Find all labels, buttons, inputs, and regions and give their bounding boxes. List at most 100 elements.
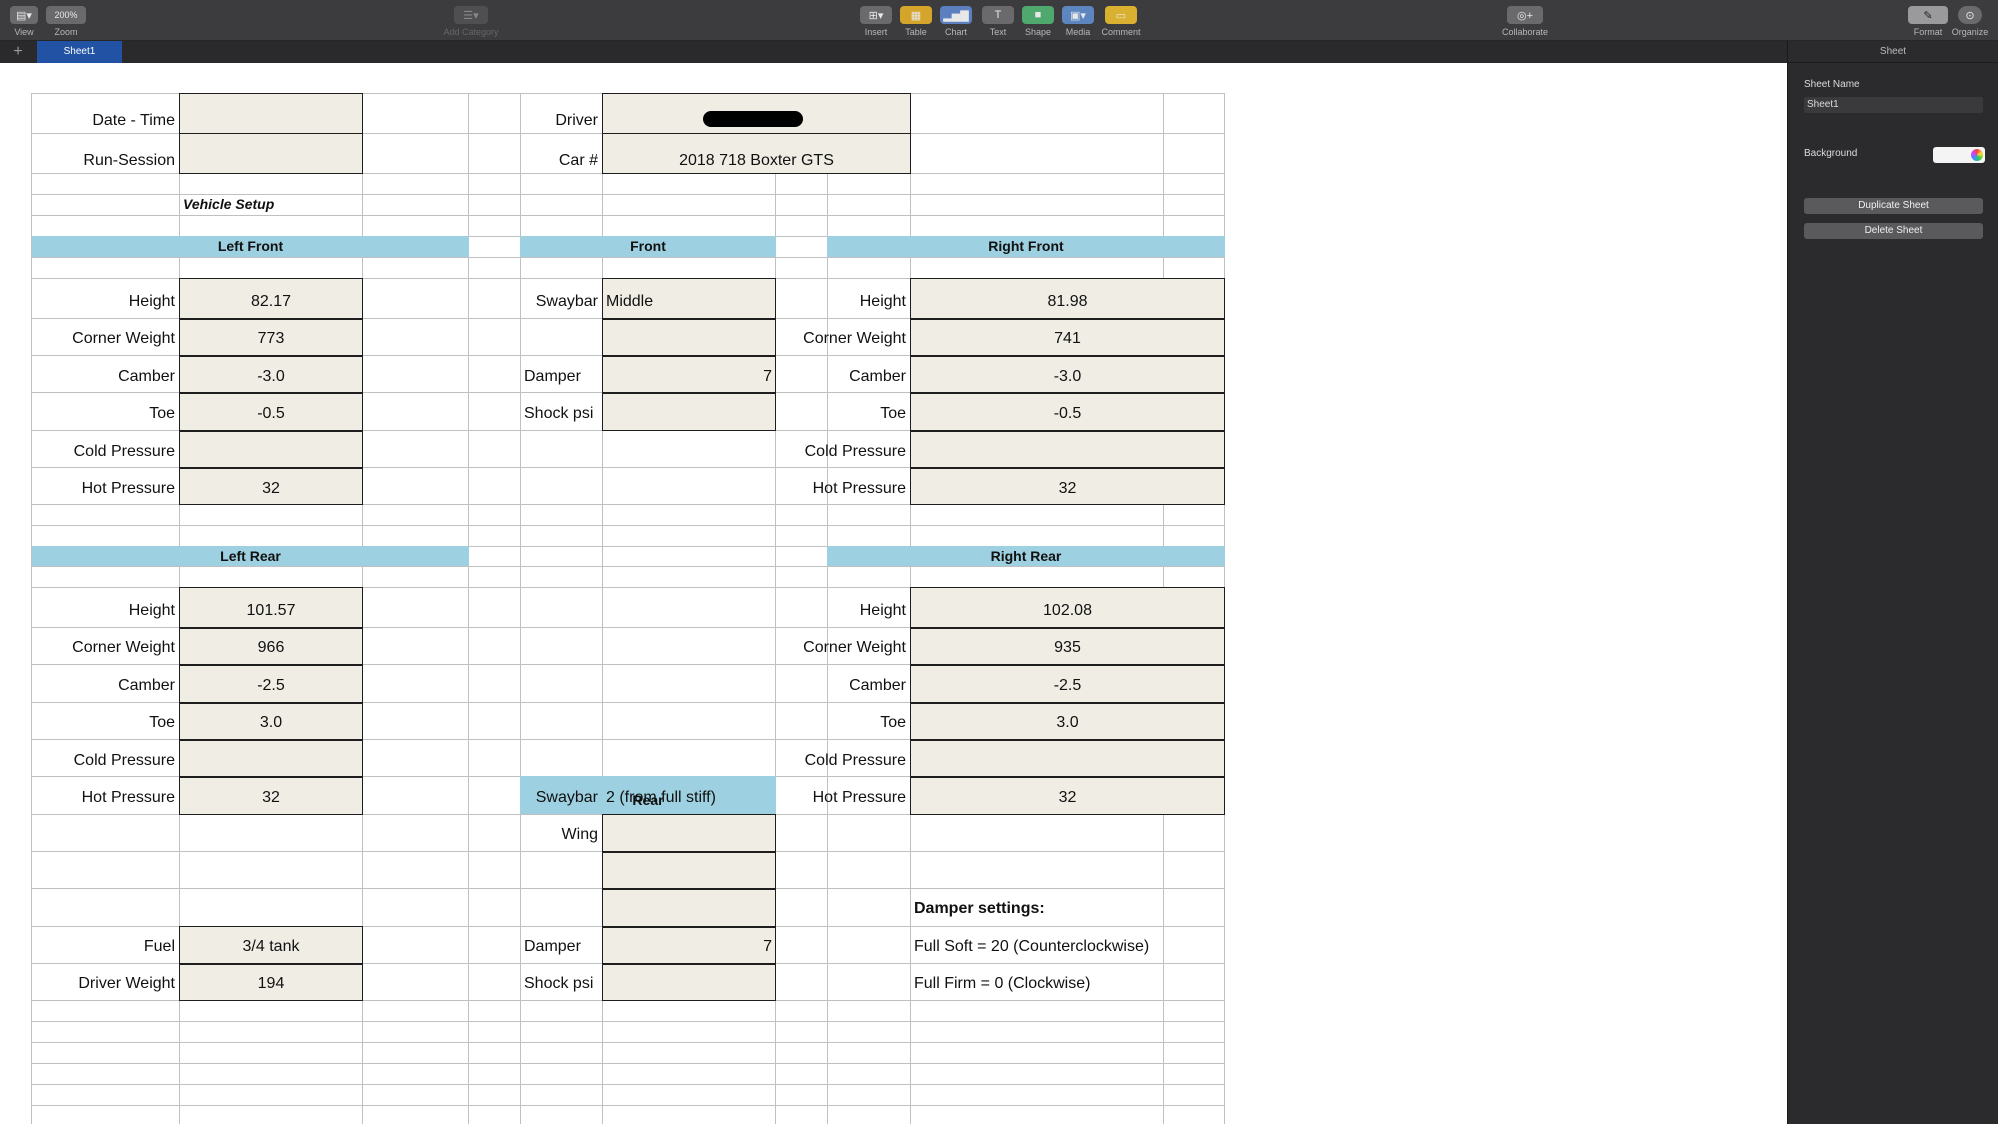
table-button[interactable]: ▦ Table <box>900 6 932 37</box>
shape-button[interactable]: ■ Shape <box>1022 6 1054 37</box>
rf-cw-value: 741 <box>1054 330 1081 347</box>
lr-camber-value: -2.5 <box>257 677 285 694</box>
rf-cw-label: Corner Weight <box>803 330 906 347</box>
sheet-tab-bar: + Sheet1 <box>0 41 1787 63</box>
insert-icon: ⊞▾ <box>860 6 892 24</box>
rr-hot-label: Hot Pressure <box>812 789 906 806</box>
lf-cw-label: Corner Weight <box>72 330 175 347</box>
sheet-canvas: Date - Time Run-Session Driver Car # 201… <box>0 63 1787 1124</box>
rf-hot-label: Hot Pressure <box>812 480 906 497</box>
insert-button[interactable]: ⊞▾ Insert <box>860 6 892 37</box>
full-soft-note: Full Soft = 20 (Counterclockwise) <box>914 938 1150 955</box>
header-left-front: Left Front <box>32 236 469 257</box>
view-icon: ▤▾ <box>10 6 38 24</box>
header-right-rear: Right Rear <box>827 546 1225 566</box>
driver-cell[interactable] <box>602 93 911 134</box>
lr-values-block[interactable] <box>179 587 363 815</box>
header-left-rear: Left Rear <box>32 546 469 566</box>
rear-shock-label: Shock psi <box>524 975 594 992</box>
rf-height-value: 81.98 <box>1047 293 1088 310</box>
toolbar: ▤▾ View 200% Zoom ☰▾ Add Category ⊞▾ Insert … <box>0 0 1998 41</box>
media-icon: ▣▾ <box>1062 6 1094 24</box>
rr-camber-value: -2.5 <box>1053 677 1082 694</box>
rr-cold-label: Cold Pressure <box>804 752 906 769</box>
zoom-button[interactable]: 200% Zoom <box>46 6 86 37</box>
header-right-front: Right Front <box>827 236 1225 257</box>
lr-cw-value: 966 <box>257 639 285 656</box>
organize-icon: ⊙ <box>1958 6 1982 24</box>
rf-cold-label: Cold Pressure <box>804 443 906 460</box>
run-session-label: Run-Session <box>83 152 175 169</box>
lr-cw-label: Corner Weight <box>72 639 175 656</box>
comment-icon: ▭ <box>1105 6 1137 24</box>
damper-settings-title: Damper settings: <box>914 900 1045 917</box>
comment-button[interactable]: ▭ Comment <box>1101 6 1141 37</box>
lr-cold-label: Cold Pressure <box>73 752 175 769</box>
lf-cw-value: 773 <box>257 330 285 347</box>
date-time-label: Date - Time <box>92 112 175 129</box>
sidebar-header: Sheet <box>1788 41 1998 63</box>
background-color-well[interactable] <box>1933 147 1985 163</box>
tab-sheet1[interactable]: Sheet1 <box>37 41 122 63</box>
lr-camber-label: Camber <box>118 677 175 694</box>
rf-height-label: Height <box>859 293 906 310</box>
rr-height-label: Height <box>859 602 906 619</box>
run-session-cell[interactable] <box>179 133 363 174</box>
car-value: 2018 718 Boxter GTS <box>679 152 834 169</box>
lr-toe-value: 3.0 <box>259 714 283 731</box>
front-damper-label: Damper <box>524 368 581 385</box>
rear-swaybar-value: 2 (from full stiff) <box>606 789 716 806</box>
chart-icon: ▂▅▇ <box>940 6 972 24</box>
lf-camber-label: Camber <box>118 368 175 385</box>
format-button[interactable]: ✎ Format <box>1908 6 1948 37</box>
lf-height-label: Height <box>128 293 175 310</box>
rear-damper-value: 7 <box>763 938 772 955</box>
vehicle-setup-title: Vehicle Setup <box>183 196 275 212</box>
lr-height-label: Height <box>128 602 175 619</box>
rear-values-block[interactable] <box>602 814 776 1001</box>
rr-cw-value: 935 <box>1054 639 1081 656</box>
sheet-name-label: Sheet Name <box>1804 79 1860 90</box>
lf-toe-label: Toe <box>149 405 175 422</box>
chart-button[interactable]: ▂▅▇ Chart <box>940 6 972 37</box>
format-icon: ✎ <box>1908 6 1948 24</box>
lf-hot-value: 32 <box>262 480 280 497</box>
rf-camber-value: -3.0 <box>1053 368 1082 385</box>
duplicate-sheet-button[interactable]: Duplicate Sheet <box>1804 198 1983 214</box>
color-wheel-icon[interactable] <box>1971 149 1983 161</box>
rr-toe-value: 3.0 <box>1056 714 1079 731</box>
rr-hot-value: 32 <box>1058 789 1077 806</box>
rf-camber-label: Camber <box>849 368 906 385</box>
lf-toe-value: -0.5 <box>257 405 285 422</box>
rr-cw-label: Corner Weight <box>803 639 906 656</box>
media-button[interactable]: ▣▾ Media <box>1062 6 1094 37</box>
driver-label: Driver <box>555 112 598 129</box>
view-button[interactable]: ▤▾ View <box>10 6 38 37</box>
rr-camber-label: Camber <box>849 677 906 694</box>
shape-icon: ■ <box>1022 6 1054 24</box>
organize-button[interactable]: ⊙ Organize <box>1950 6 1990 37</box>
sheet-name-input[interactable]: Sheet1 <box>1804 97 1983 113</box>
lr-toe-label: Toe <box>149 714 175 731</box>
collaborate-button[interactable]: ◎+ Collaborate <box>1498 6 1552 37</box>
table-icon: ▦ <box>900 6 932 24</box>
rf-toe-label: Toe <box>880 405 906 422</box>
lr-height-value: 101.57 <box>246 602 296 619</box>
front-damper-value: 7 <box>763 368 772 385</box>
lf-height-value: 82.17 <box>250 293 292 310</box>
rf-toe-value: -0.5 <box>1053 405 1082 422</box>
add-sheet-button[interactable]: + <box>8 42 28 62</box>
front-swaybar-value: Middle <box>606 293 654 310</box>
lr-hot-label: Hot Pressure <box>81 789 175 806</box>
header-front: Front <box>520 236 776 257</box>
front-shock-label: Shock psi <box>524 405 594 422</box>
car-number-label: Car # <box>558 152 598 169</box>
setup-table[interactable]: Date - Time Run-Session Driver Car # 201… <box>31 93 1225 1124</box>
redaction-mark <box>703 111 803 127</box>
rr-values-block[interactable] <box>910 587 1225 815</box>
date-time-cell[interactable] <box>179 93 363 134</box>
text-button[interactable]: T Text <box>982 6 1014 37</box>
delete-sheet-button[interactable]: Delete Sheet <box>1804 223 1983 239</box>
rf-hot-value: 32 <box>1058 480 1077 497</box>
add-category-button[interactable]: ☰▾ Add Category <box>440 6 502 37</box>
